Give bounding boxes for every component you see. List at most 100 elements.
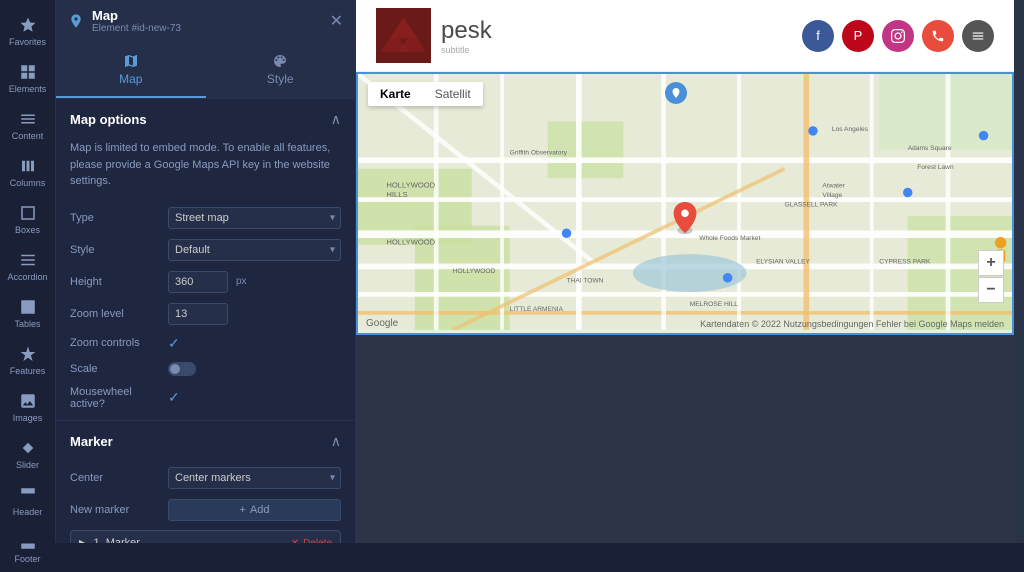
tab-map[interactable]: Map xyxy=(56,43,206,98)
map-options-info: Map is limited to embed mode. To enable … xyxy=(56,140,355,202)
marker-1-item: ▶ 1. Marker ✕ Delete xyxy=(70,530,341,544)
style-label: Style xyxy=(70,244,160,256)
marker-1-arrow-icon: ▶ xyxy=(79,537,87,544)
height-row: Height px xyxy=(56,266,355,298)
tab-style[interactable]: Style xyxy=(206,43,356,98)
marker-1-header: ▶ 1. Marker ✕ Delete xyxy=(71,531,340,544)
panel-title: Map xyxy=(92,8,181,23)
panel-tabs: Map Style xyxy=(56,43,355,99)
mousewheel-label: Mousewheel active? xyxy=(70,386,160,410)
svg-text:HOLLYWOOD: HOLLYWOOD xyxy=(453,268,496,275)
map-location-icon xyxy=(68,13,84,29)
sidebar-item-favorites[interactable]: Favorites xyxy=(0,8,55,55)
new-marker-row: New marker + Add xyxy=(56,494,355,526)
marker-title: Marker xyxy=(70,434,113,449)
logo-triangles-svg xyxy=(381,13,426,58)
height-unit: px xyxy=(236,276,247,287)
instagram-icon[interactable] xyxy=(882,20,914,52)
tab-satellit[interactable]: Satellit xyxy=(423,82,483,106)
svg-text:LITTLE ARMENIA: LITTLE ARMENIA xyxy=(510,306,564,313)
panel-header: Map Element #id-new-73 ✕ xyxy=(56,0,355,43)
sidebar-item-images[interactable]: Images xyxy=(0,384,55,431)
panel-header-left: Map Element #id-new-73 xyxy=(68,8,181,34)
phone-icon[interactable] xyxy=(922,20,954,52)
zoom-controls-row: Zoom controls ✓ xyxy=(56,330,355,357)
sidebar-item-elements[interactable]: Elements xyxy=(0,55,55,102)
center-label: Center xyxy=(70,472,160,484)
page-preview: pesk subtitle f P xyxy=(356,0,1014,543)
center-select-wrap: Center markers xyxy=(168,467,341,489)
svg-text:HOLLYWOOD: HOLLYWOOD xyxy=(386,181,435,190)
map-options-header[interactable]: Map options ∧ xyxy=(56,99,355,140)
svg-text:HILLS: HILLS xyxy=(386,190,407,199)
svg-text:Los Angeles: Los Angeles xyxy=(832,126,869,133)
brand-tagline: subtitle xyxy=(441,45,492,55)
marker-section: Marker ∧ Center Center markers New marke… xyxy=(56,421,355,544)
brand-name: pesk xyxy=(441,17,492,45)
marker-chevron: ∧ xyxy=(331,433,341,450)
height-label: Height xyxy=(70,276,160,288)
svg-text:THAI TOWN: THAI TOWN xyxy=(567,278,604,285)
sidebar-item-footer[interactable]: Footer xyxy=(0,525,55,572)
style-select[interactable]: Default xyxy=(168,239,341,261)
zoom-level-row: Zoom level xyxy=(56,298,355,330)
sidebar-item-slider[interactable]: Slider xyxy=(0,431,55,478)
style-select-wrap: Default xyxy=(168,239,341,261)
icon-sidebar: Favorites Elements Content Columns Boxes… xyxy=(0,0,56,543)
svg-text:MELROSE HILL: MELROSE HILL xyxy=(690,301,739,308)
style-row: Style Default xyxy=(56,234,355,266)
map-container: HOLLYWOOD HILLS HOLLYWOOD HOLLYWOOD THAI… xyxy=(356,72,1014,335)
svg-text:Adams Square: Adams Square xyxy=(908,145,952,152)
mousewheel-check[interactable]: ✓ xyxy=(168,389,180,406)
menu-icon[interactable] xyxy=(962,20,994,52)
zoom-controls-check[interactable]: ✓ xyxy=(168,335,180,352)
new-marker-label: New marker xyxy=(70,504,160,516)
height-input[interactable] xyxy=(168,271,228,293)
logo-box xyxy=(376,8,431,63)
plus-icon: + xyxy=(239,504,245,516)
type-select[interactable]: Street map xyxy=(168,207,341,229)
map-options-section: Map options ∧ Map is limited to embed mo… xyxy=(56,99,355,421)
sidebar-item-content[interactable]: Content xyxy=(0,102,55,149)
svg-text:Forest Lawn: Forest Lawn xyxy=(917,164,954,171)
marker-1-delete[interactable]: ✕ Delete xyxy=(291,538,332,544)
map-watermark: Google xyxy=(366,318,398,329)
panel-subtitle: Element #id-new-73 xyxy=(92,23,181,34)
zoom-level-input[interactable] xyxy=(168,303,228,325)
map-options-title: Map options xyxy=(70,112,147,127)
sidebar-item-columns[interactable]: Columns xyxy=(0,149,55,196)
brand-logo: pesk subtitle xyxy=(376,8,492,63)
scale-toggle[interactable] xyxy=(168,362,196,376)
zoom-out-button[interactable]: − xyxy=(978,277,1004,303)
svg-text:Whole Foods Market: Whole Foods Market xyxy=(699,235,760,242)
sidebar-item-header[interactable]: Header xyxy=(0,478,55,525)
pinterest-icon[interactable]: P xyxy=(842,20,874,52)
zoom-level-label: Zoom level xyxy=(70,308,160,320)
map-controls: + − xyxy=(978,250,1004,303)
panel-content: Map options ∧ Map is limited to embed mo… xyxy=(56,99,355,543)
svg-text:Griffith Observatory: Griffith Observatory xyxy=(510,150,568,157)
sidebar-item-features[interactable]: Features xyxy=(0,337,55,384)
svg-text:HOLLYWOOD: HOLLYWOOD xyxy=(386,238,435,247)
add-marker-button[interactable]: + Add xyxy=(168,499,341,521)
main-content: pesk subtitle f P xyxy=(356,0,1014,543)
marker-header[interactable]: Marker ∧ xyxy=(56,421,355,462)
preview-brand-header: pesk subtitle f P xyxy=(356,0,1014,72)
svg-text:Village: Village xyxy=(822,192,842,199)
close-icon[interactable]: ✕ xyxy=(330,11,343,31)
map-svg: HOLLYWOOD HILLS HOLLYWOOD HOLLYWOOD THAI… xyxy=(358,74,1012,330)
center-row: Center Center markers xyxy=(56,462,355,494)
center-select[interactable]: Center markers xyxy=(168,467,341,489)
map-options-chevron: ∧ xyxy=(331,111,341,128)
facebook-icon[interactable]: f xyxy=(802,20,834,52)
sidebar-item-accordion[interactable]: Accordion xyxy=(0,243,55,290)
sidebar-item-boxes[interactable]: Boxes xyxy=(0,196,55,243)
zoom-controls-label: Zoom controls xyxy=(70,337,160,349)
zoom-in-button[interactable]: + xyxy=(978,250,1004,276)
svg-text:GLASSELL PARK: GLASSELL PARK xyxy=(785,202,839,209)
sidebar-item-tables[interactable]: Tables xyxy=(0,290,55,337)
brand-social: f P xyxy=(802,20,994,52)
scale-row: Scale xyxy=(56,357,355,381)
tab-karte[interactable]: Karte xyxy=(368,82,423,106)
type-label: Type xyxy=(70,212,160,224)
